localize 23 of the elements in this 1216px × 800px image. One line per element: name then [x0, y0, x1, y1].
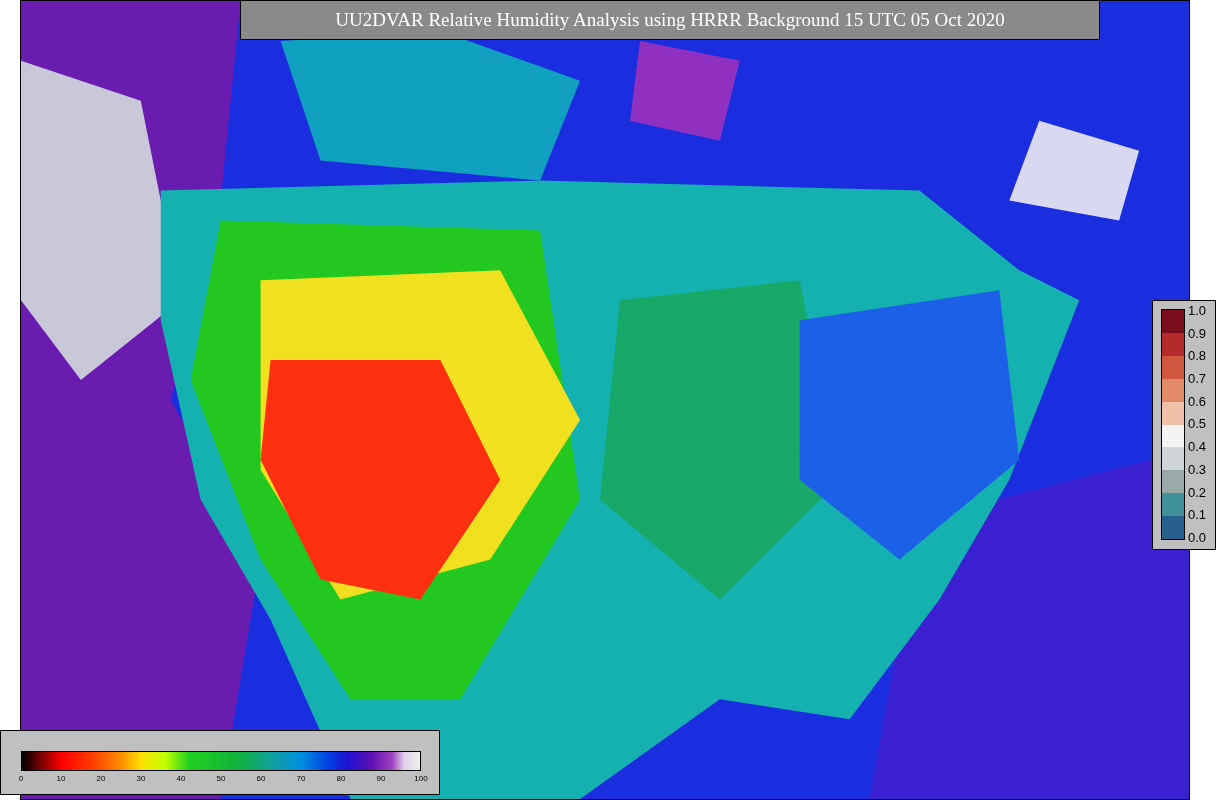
scale-label: 1.0 [1188, 304, 1207, 317]
scale-label: 0.4 [1188, 440, 1207, 454]
scale-label: 0.0 [1188, 530, 1207, 544]
scale-label: 80 [336, 774, 346, 783]
scale-label: 0.8 [1188, 349, 1207, 363]
scale-label: 60 [256, 774, 266, 783]
map-title: UU2DVAR Relative Humidity Analysis using HRRR Background 15 UTC 05 Oct 2020 [240, 0, 1100, 40]
scale-label: 0.3 [1188, 462, 1207, 476]
scale-label: 40 [176, 774, 186, 783]
scale-label: 100 [414, 774, 428, 783]
scale-label: 10 [56, 774, 66, 783]
scale-label: 0.7 [1188, 372, 1207, 386]
scale-label: 90 [376, 774, 386, 783]
scale-label: 70 [296, 774, 306, 783]
scale-label: 0 [18, 774, 24, 783]
scale-label: 0.1 [1188, 508, 1207, 522]
scale-label: 30 [136, 774, 146, 783]
scale-label: 50 [216, 774, 226, 783]
scale-label: 20 [96, 774, 106, 783]
scale-label: 0.6 [1188, 394, 1207, 408]
scale-label: 0.2 [1188, 485, 1207, 499]
scale-label: 0.9 [1188, 326, 1207, 340]
scale-label: 0.5 [1188, 417, 1207, 431]
